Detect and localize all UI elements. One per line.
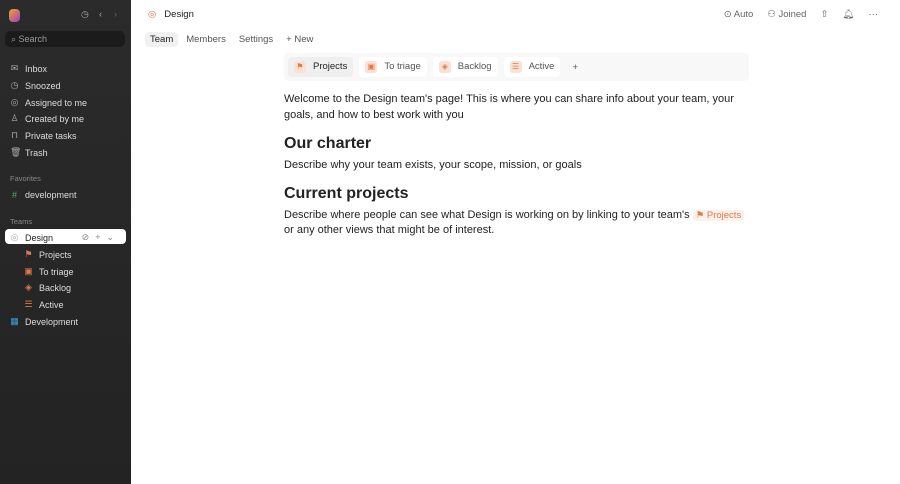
label: Projects	[706, 209, 742, 221]
triage-icon: ▣	[365, 61, 378, 73]
view-backlog[interactable]: ◈ Backlog	[432, 57, 498, 77]
label: Joined	[778, 9, 807, 20]
hash-icon: #	[11, 189, 17, 200]
forward-icon[interactable]: ›	[114, 9, 117, 19]
stack-icon: ☰	[24, 299, 33, 309]
text: Describe where people can see what Desig…	[284, 208, 690, 221]
clock-icon: ◷	[10, 80, 19, 90]
label: Auto	[733, 9, 754, 20]
design-team-icon: ◎	[10, 232, 19, 242]
sidebar-item-private[interactable]: ⊓ Private tasks	[5, 127, 126, 142]
page-title: Design	[164, 9, 194, 20]
team-view-projects[interactable]: ⚑ Projects	[19, 246, 125, 261]
flag-icon: ⚑	[24, 249, 33, 259]
flag-icon: ⚑	[294, 61, 306, 73]
design-team-icon: ◎	[148, 9, 157, 20]
tab-settings[interactable]: Settings	[234, 32, 278, 47]
triage-icon: ▣	[24, 266, 33, 276]
lock-icon: ⊓	[10, 130, 19, 140]
label: Inbox	[25, 63, 48, 74]
main: ◎ Design ⊙ Auto ⚇ Joined ⇧ 🔔︎ ··· Team Me…	[131, 0, 900, 484]
new-tab-button[interactable]: + New	[281, 32, 318, 47]
intro-text: Welcome to the Design team's page! This …	[284, 93, 734, 121]
layers-icon: ◈	[25, 282, 32, 292]
trash-icon: 🗑	[10, 147, 22, 157]
label: Created by me	[25, 113, 85, 124]
team-actions-icons[interactable]: ⊘+⌄	[82, 232, 120, 243]
search-input[interactable]: ⌕ Search	[5, 31, 125, 47]
label: Development	[25, 316, 79, 327]
projects-text: Describe where people can see what Desig…	[284, 208, 754, 239]
favorite-development[interactable]: # development	[5, 186, 126, 201]
layers-icon: ◈	[438, 61, 451, 73]
label: To triage	[39, 266, 74, 277]
development-team-icon: ▦	[10, 316, 19, 326]
sidebar-item-inbox[interactable]: ✉ Inbox	[5, 60, 126, 75]
target-icon: ◎	[10, 97, 19, 107]
bell-icon[interactable]: 🔔︎	[842, 9, 854, 20]
label: Assigned to me	[25, 97, 88, 108]
team-view-triage[interactable]: ▣ To triage	[19, 263, 125, 278]
joined-button[interactable]: ⚇ Joined	[767, 9, 806, 20]
view-active[interactable]: ☰ Active	[503, 57, 561, 77]
search-placeholder: Search	[18, 34, 48, 44]
label: Private tasks	[25, 130, 77, 141]
document[interactable]: Welcome to the Design team's page! This …	[284, 92, 754, 239]
label: Projects	[313, 61, 348, 72]
projects-heading: Current projects	[284, 185, 409, 202]
sidebar-item-snoozed[interactable]: ◷ Snoozed	[5, 77, 126, 92]
team-development[interactable]: ▦ Development	[5, 313, 126, 328]
text: or any other views that might be of inte…	[284, 224, 495, 236]
label: Snoozed	[25, 80, 61, 91]
sidebar-item-created[interactable]: ♙ Created by me	[5, 110, 126, 125]
label: Active	[39, 299, 64, 310]
label: Projects	[39, 249, 72, 260]
auto-button[interactable]: ⊙ Auto	[724, 9, 754, 20]
view-triage[interactable]: ▣ To triage	[359, 57, 427, 77]
user-icon: ♙	[10, 113, 19, 123]
label: Design	[25, 232, 54, 243]
sidebar-item-assigned[interactable]: ◎ Assigned to me	[5, 94, 126, 109]
label: To triage	[384, 61, 421, 72]
inbox-icon: ✉	[10, 63, 19, 73]
team-design[interactable]: ◎ Design ⊘+⌄	[5, 229, 126, 244]
label: Trash	[25, 147, 48, 158]
projects-link[interactable]: ⚑ Projects	[692, 209, 745, 221]
stack-icon: ☰	[509, 61, 522, 73]
teams-heading: Teams	[10, 217, 33, 226]
charter-text: Describe why your team exists, your scop…	[284, 158, 582, 171]
history-icon[interactable]: ◷	[81, 9, 89, 20]
favorites-heading: Favorites	[10, 174, 41, 183]
views-bar: ⚑ Projects ▣ To triage ◈ Backlog ☰ Active +	[284, 53, 749, 81]
sidebar: ◷ ‹ › ⌕ Search ✉ Inbox ◷ Snoozed ◎ Assigned…	[0, 0, 131, 484]
team-view-backlog[interactable]: ◈ Backlog	[19, 279, 125, 294]
tab-team[interactable]: Team	[145, 32, 179, 47]
view-projects[interactable]: ⚑ Projects	[288, 57, 354, 77]
team-view-active[interactable]: ☰ Active	[19, 296, 125, 311]
label: Backlog	[39, 282, 72, 293]
label: Active	[528, 61, 555, 72]
more-icon[interactable]: ···	[869, 9, 879, 20]
sidebar-item-trash[interactable]: 🗑 Trash	[5, 144, 126, 159]
label: development	[25, 189, 77, 200]
charter-heading: Our charter	[284, 135, 372, 152]
app-logo	[9, 9, 20, 22]
label: Backlog	[457, 61, 492, 72]
back-icon[interactable]: ‹	[99, 9, 102, 19]
tab-members[interactable]: Members	[181, 32, 231, 47]
share-icon[interactable]: ⇧	[820, 9, 828, 20]
add-view-button[interactable]: +	[566, 62, 584, 73]
